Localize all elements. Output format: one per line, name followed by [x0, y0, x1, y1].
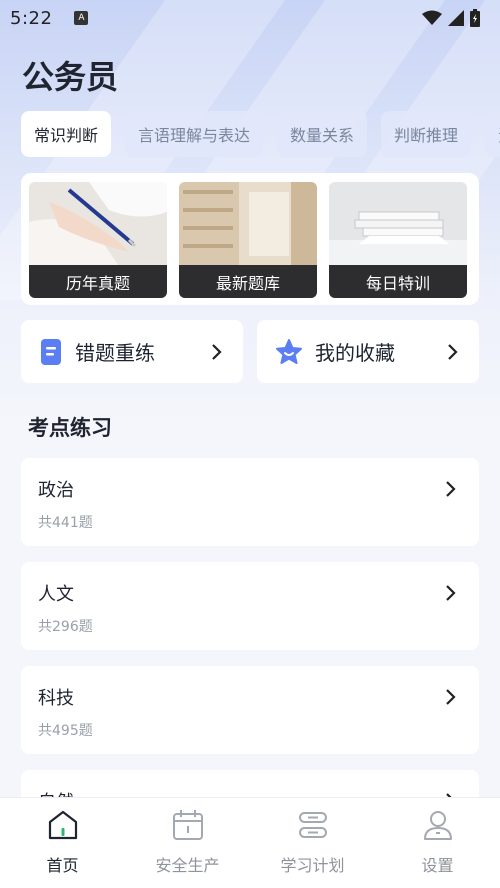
- quick-action-label: 我的收藏: [315, 341, 395, 365]
- tab-label: 言语理解与表达: [138, 126, 251, 145]
- books-photo: [329, 182, 467, 266]
- chevron-right-icon: [448, 343, 458, 360]
- topic-technology[interactable]: 科技 共495题: [21, 666, 479, 754]
- favorites-button[interactable]: 我的收藏: [257, 320, 479, 383]
- signal-icon: [448, 10, 464, 26]
- topic-humanities[interactable]: 人文 共296题: [21, 562, 479, 650]
- chevron-right-icon: [446, 689, 456, 705]
- tab-data-analysis[interactable]: 资: [485, 111, 500, 157]
- wifi-icon: [422, 10, 442, 25]
- banner-latest-bank[interactable]: 最新题库: [179, 182, 317, 298]
- topic-count: 共441题: [38, 515, 93, 531]
- tab-label: 判断推理: [394, 126, 459, 145]
- banner-label: 最新题库: [179, 265, 317, 298]
- topic-name: 人文: [38, 584, 74, 605]
- topic-count: 共296题: [38, 619, 93, 635]
- quick-action-label: 错题重练: [75, 341, 155, 365]
- nav-label: 安全生产: [155, 856, 220, 875]
- banner-box: 历年真题 最新题库 每日特训: [21, 173, 479, 305]
- page-title: 公务员: [22, 58, 119, 96]
- banner-label: 每日特训: [329, 265, 467, 298]
- topic-politics[interactable]: 政治 共441题: [21, 458, 479, 546]
- wrong-questions-button[interactable]: 错题重练: [21, 320, 243, 383]
- app-notification-icon: A: [74, 11, 89, 25]
- category-tabs: 常识判断 言语理解与表达 数量关系 判断推理 资: [21, 111, 500, 157]
- status-indicators: [422, 9, 480, 27]
- writing-photo: [29, 182, 167, 266]
- tab-verbal[interactable]: 言语理解与表达: [125, 111, 264, 157]
- topic-name: 政治: [38, 480, 74, 501]
- chevron-right-icon: [446, 585, 456, 601]
- nav-safety-production[interactable]: 安全生产: [125, 798, 250, 888]
- chevron-right-icon: [212, 343, 222, 360]
- bottom-nav: 首页 安全生产 学习计划 设置: [0, 797, 500, 888]
- library-photo: [179, 182, 317, 266]
- nav-label: 学习计划: [280, 856, 345, 875]
- battery-icon: [470, 9, 480, 27]
- calendar-icon: [172, 810, 203, 840]
- topic-name: 科技: [38, 688, 74, 709]
- tab-label: 常识判断: [34, 126, 99, 145]
- nav-home[interactable]: 首页: [0, 798, 125, 888]
- plan-icon: [298, 812, 327, 838]
- banner-daily-training[interactable]: 每日特训: [329, 182, 467, 298]
- status-bar: 5:22 A: [0, 0, 500, 36]
- star-icon: [276, 338, 302, 364]
- chevron-right-icon: [446, 481, 456, 497]
- tab-reasoning[interactable]: 判断推理: [381, 111, 472, 157]
- home-icon: [48, 810, 77, 840]
- banner-label: 历年真题: [29, 265, 167, 298]
- tab-quantity[interactable]: 数量关系: [277, 111, 368, 157]
- tab-label: 数量关系: [290, 126, 355, 145]
- tab-common-sense[interactable]: 常识判断: [21, 111, 112, 157]
- topic-count: 共495题: [38, 723, 93, 739]
- section-title: 考点练习: [28, 416, 112, 440]
- document-icon: [41, 338, 61, 365]
- nav-label: 首页: [46, 856, 79, 875]
- user-icon: [423, 811, 452, 840]
- nav-study-plan[interactable]: 学习计划: [250, 798, 375, 888]
- banner-past-exams[interactable]: 历年真题: [29, 182, 167, 298]
- nav-label: 设置: [421, 856, 454, 875]
- status-time: 5:22: [10, 7, 53, 29]
- nav-settings[interactable]: 设置: [375, 798, 500, 888]
